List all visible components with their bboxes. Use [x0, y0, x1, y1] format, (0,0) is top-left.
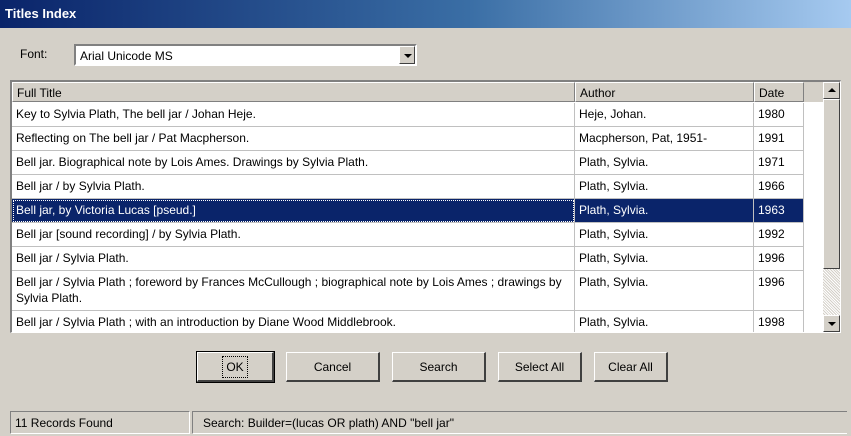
cell-title: Bell jar [sound recording] / by Sylvia P…	[12, 223, 575, 247]
table-row[interactable]: Bell jar / Sylvia Plath ; foreword by Fr…	[12, 271, 823, 311]
table-row[interactable]: Bell jar. Biographical note by Lois Ames…	[12, 151, 823, 175]
table-row[interactable]: Key to Sylvia Plath, The bell jar / Joha…	[12, 103, 823, 127]
status-bar: 11 Records Found Search: Builder=(lucas …	[0, 409, 851, 436]
column-header-author[interactable]: Author	[575, 82, 754, 102]
titles-grid[interactable]: Full Title Author Date Key to Sylvia Pla…	[10, 80, 841, 333]
cell-date: 1980	[754, 103, 804, 127]
cell-date: 1963	[754, 199, 804, 223]
cell-author: Plath, Sylvia.	[575, 311, 754, 332]
ok-button[interactable]: OK	[196, 351, 275, 383]
table-row[interactable]: Bell jar / Sylvia Plath. Plath, Sylvia. …	[12, 247, 823, 271]
font-label: Font:	[20, 47, 48, 61]
column-header-full-title[interactable]: Full Title	[12, 82, 575, 102]
status-records: 11 Records Found	[10, 411, 190, 434]
cell-date: 1971	[754, 151, 804, 175]
cell-title: Bell jar / Sylvia Plath ; foreword by Fr…	[12, 271, 575, 311]
cell-title: Bell jar, by Victoria Lucas [pseud.]	[12, 199, 575, 223]
cell-author: Plath, Sylvia.	[575, 223, 754, 247]
search-button[interactable]: Search	[392, 352, 486, 382]
cell-date: 1996	[754, 247, 804, 271]
vertical-scrollbar[interactable]	[823, 82, 840, 332]
cell-date: 1992	[754, 223, 804, 247]
cell-title: Bell jar / Sylvia Plath ; with an introd…	[12, 311, 575, 332]
cell-date: 1998	[754, 311, 804, 332]
column-header-date[interactable]: Date	[754, 82, 804, 102]
table-row[interactable]: Bell jar [sound recording] / by Sylvia P…	[12, 223, 823, 247]
cell-date: 1996	[754, 271, 804, 311]
cell-title: Key to Sylvia Plath, The bell jar / Joha…	[12, 103, 575, 127]
cell-author: Macpherson, Pat, 1951-	[575, 127, 754, 151]
cell-author: Plath, Sylvia.	[575, 271, 754, 311]
cancel-button[interactable]: Cancel	[286, 352, 380, 382]
cell-author: Plath, Sylvia.	[575, 199, 754, 223]
grid-header: Full Title Author Date	[12, 82, 831, 102]
cell-title: Reflecting on The bell jar / Pat Macpher…	[12, 127, 575, 151]
select-all-button[interactable]: Select All	[498, 352, 582, 382]
cell-title: Bell jar / Sylvia Plath.	[12, 247, 575, 271]
font-dropdown[interactable]: Arial Unicode MS	[74, 44, 417, 66]
cell-title: Bell jar / by Sylvia Plath.	[12, 175, 575, 199]
table-row[interactable]: Bell jar / by Sylvia Plath. Plath, Sylvi…	[12, 175, 823, 199]
clear-all-button-label: Clear All	[608, 360, 653, 374]
cell-author: Plath, Sylvia.	[575, 175, 754, 199]
cell-author: Plath, Sylvia.	[575, 151, 754, 175]
cancel-button-label: Cancel	[313, 360, 352, 374]
table-row[interactable]: Bell jar / Sylvia Plath ; with an introd…	[12, 311, 823, 332]
cell-date: 1966	[754, 175, 804, 199]
scroll-up-icon[interactable]	[823, 82, 840, 99]
scroll-down-icon[interactable]	[823, 315, 840, 332]
status-search: Search: Builder=(lucas OR plath) AND "be…	[192, 411, 847, 434]
cell-author: Plath, Sylvia.	[575, 247, 754, 271]
window-title: Titles Index	[5, 6, 77, 21]
search-button-label: Search	[419, 360, 458, 374]
chevron-down-icon[interactable]	[399, 46, 415, 64]
font-dropdown-value: Arial Unicode MS	[80, 49, 173, 63]
select-all-button-label: Select All	[514, 360, 565, 374]
table-row[interactable]: Reflecting on The bell jar / Pat Macpher…	[12, 127, 823, 151]
table-row-selected[interactable]: Bell jar, by Victoria Lucas [pseud.] Pla…	[12, 199, 823, 223]
cell-author: Heje, Johan.	[575, 103, 754, 127]
title-bar: Titles Index	[0, 0, 851, 28]
scroll-thumb[interactable]	[823, 99, 840, 269]
cell-date: 1991	[754, 127, 804, 151]
cell-title: Bell jar. Biographical note by Lois Ames…	[12, 151, 575, 175]
ok-button-label: OK	[222, 356, 248, 378]
clear-all-button[interactable]: Clear All	[594, 352, 668, 382]
